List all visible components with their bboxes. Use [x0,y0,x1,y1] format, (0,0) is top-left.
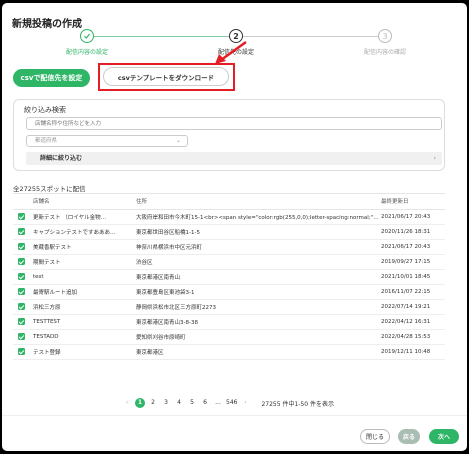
cell-updated: 2021/06/17 20:43 [381,209,445,225]
page-button[interactable]: 6 [200,398,210,408]
column-header-address: 住所 [136,194,381,210]
prev-page-button[interactable]: ‹ [122,398,132,408]
cell-updated: 2019/12/11 10:48 [381,344,445,360]
checkbox-checked-icon[interactable] [18,333,25,340]
step-connector [242,36,378,37]
checkbox-checked-icon[interactable] [18,258,25,265]
cell-name: test [33,269,136,285]
cell-name: 美蔵香駅テスト [33,239,136,255]
step-3-number: 3 [378,29,392,43]
search-input[interactable] [26,117,442,130]
table-row[interactable]: 美蔵香駅テスト 神奈川県横浜市中区元浜町 2021/06/17 20:43 [13,239,445,255]
step-connector [94,36,230,37]
table-row[interactable]: キャプションテストですあああ… 東京都世田谷区船橋1-1-5 2020/11/2… [13,224,445,240]
page-button[interactable]: 546 [226,398,237,408]
pagination: ‹ 1 2 3 4 5 6 ... 546 › 27255 件中1-50 件を表… [122,397,334,409]
dialog-title: 新規投稿の作成 [12,19,82,30]
cell-updated: 2021/06/17 20:43 [381,239,445,255]
table-row[interactable]: 更新テスト （ロイヤル金物… 大阪府岸和田市今木町15-1<br><span s… [13,209,445,225]
cell-address: 東京都港区南青山3-8-38 [136,314,381,330]
chevron-down-icon: ⌄ [175,137,181,144]
step-1-label: 配信内容の設定 [65,49,109,56]
step-3-label: 配信内容の確認 [363,49,407,56]
table-row[interactable]: test 東京都港区南青山 2021/10/01 18:45 [13,269,445,285]
table-row[interactable]: 期間テスト 渋谷区 2019/09/27 17:15 [13,254,445,270]
cell-name: 期間テスト [33,254,136,270]
cell-name: 最寄駅ルート追加 [33,284,136,300]
cell-name: キャプションテストですあああ… [33,224,136,240]
cell-updated: 2022/07/14 19:21 [381,299,445,315]
cell-updated: 2022/04/12 16:31 [381,314,445,330]
cell-name: 浜松三方原 [33,299,136,315]
csv-upload-button[interactable]: csvで配信先を設定 [13,69,90,87]
advanced-filter-label: 詳細に絞り込む [40,155,83,162]
prefecture-select[interactable]: 都道府県 ⌄ [26,135,188,147]
cell-name: TESTADD [33,329,136,345]
cell-address: 東京都港区南青山 [136,269,381,285]
table-row[interactable]: テスト登録 東京都港区 2019/12/11 10:48 [13,344,445,360]
page-button[interactable]: 4 [174,398,184,408]
prefecture-select-value: 都道府県 [35,138,58,144]
table-row[interactable]: 浜松三方原 静岡県浜松市北区三方原町2273 2022/07/14 19:21 [13,299,445,315]
create-post-dialog: 新規投稿の作成 配信内容の設定 2 配信先の設定 3 配信内容の確認 csvで配… [2,3,467,451]
footer-divider [2,415,467,416]
close-button[interactable]: 閉じる [360,429,390,444]
table-header-row: 店舗名 住所 最終更新日 [13,194,445,210]
checkbox-checked-icon[interactable] [18,213,25,220]
next-button[interactable]: 次へ [429,429,459,444]
next-page-button[interactable]: › [240,398,250,408]
spot-count-label: 全27255スポットに配信 [13,185,86,193]
checkbox-checked-icon[interactable] [18,318,25,325]
cell-address: 神奈川県横浜市中区元浜町 [136,239,381,255]
back-button[interactable]: 戻る [398,429,420,444]
table-row[interactable]: TESTADD 愛知県刈谷市原崎町 2022/04/28 15:53 [13,329,445,345]
page-button[interactable]: 1 [135,398,145,408]
checkbox-checked-icon[interactable] [18,348,25,355]
cell-updated: 2016/11/07 22:15 [381,284,445,300]
cell-address: 静岡県浜松市北区三方原町2273 [136,299,381,315]
cell-address: 東京都豊島区東池袋3-1 [136,284,381,300]
cell-name: 更新テスト （ロイヤル金物… [33,209,136,225]
page-button[interactable]: 5 [187,398,197,408]
spots-table: 店舗名 住所 最終更新日 更新テスト （ロイヤル金物… 大阪府岸和田市今木町15… [13,193,445,395]
checkbox-checked-icon[interactable] [18,243,25,250]
checkbox-checked-icon[interactable] [18,288,25,295]
cell-name: TESTTEST [33,314,136,330]
cell-updated: 2021/10/01 18:45 [381,269,445,285]
cell-updated: 2022/04/28 15:53 [381,329,445,345]
cell-address: 大阪府岸和田市今木町15-1<br><span style="color:rgb… [136,209,381,225]
cell-address: 東京都世田谷区船橋1-1-5 [136,224,381,240]
checkbox-checked-icon[interactable] [18,303,25,310]
checkbox-checked-icon[interactable] [18,273,25,280]
filter-panel: 絞り込み検索 都道府県 ⌄ 詳細に絞り込む › [13,99,445,171]
cell-address: 愛知県刈谷市原崎町 [136,329,381,345]
cell-address: 渋谷区 [136,254,381,270]
advanced-filter-toggle[interactable]: 詳細に絞り込む › [26,152,442,165]
filter-title: 絞り込み検索 [24,106,66,114]
table-row[interactable]: TESTTEST 東京都港区南青山3-8-38 2022/04/12 16:31 [13,314,445,330]
column-header-updated: 最終更新日 [381,194,445,210]
pagination-info: 27255 件中1-50 件を表示 [261,400,334,408]
cell-updated: 2020/11/26 18:31 [381,224,445,240]
download-template-button[interactable]: csvテンプレートをダウンロード [103,67,229,86]
page-button[interactable]: 2 [148,398,158,408]
step-1-check-icon [80,29,94,43]
cell-name: テスト登録 [33,344,136,360]
chevron-right-icon: › [433,155,436,162]
cell-updated: 2019/09/27 17:15 [381,254,445,270]
cell-address: 東京都港区 [136,344,381,360]
table-row[interactable]: 最寄駅ルート追加 東京都豊島区東池袋3-1 2016/11/07 22:15 [13,284,445,300]
page-ellipsis: ... [215,399,221,406]
page-button[interactable]: 3 [161,398,171,408]
column-header-name: 店舗名 [33,194,136,210]
checkbox-checked-icon[interactable] [18,228,25,235]
